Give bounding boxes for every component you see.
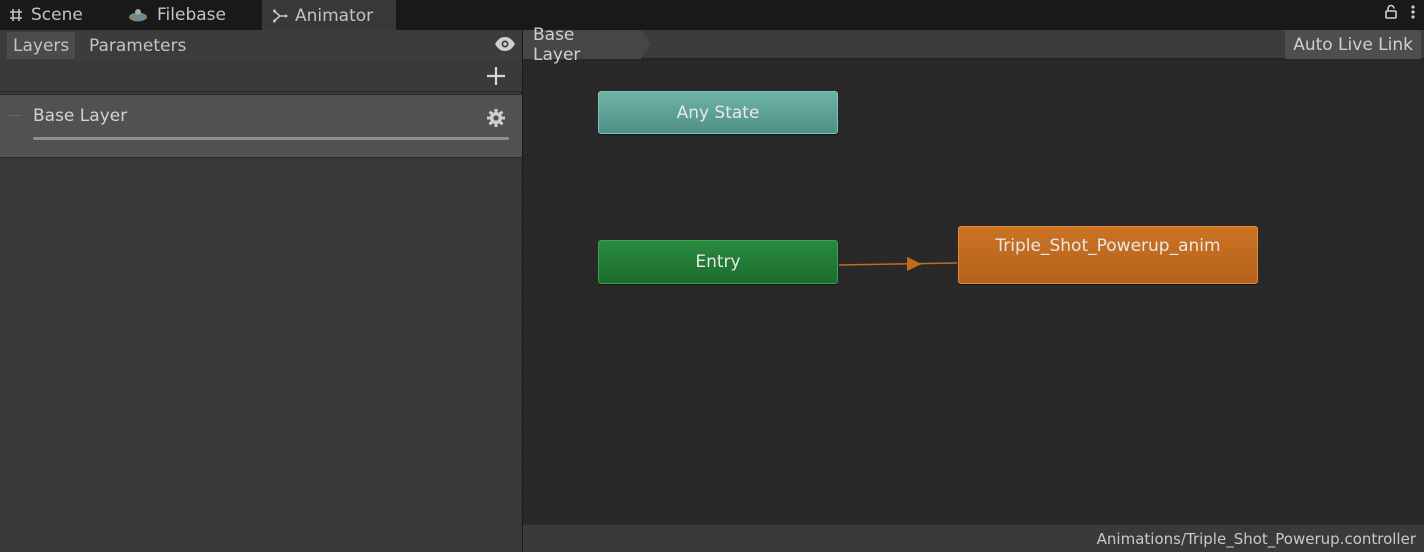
layer-row[interactable]: Base Layer	[0, 94, 522, 158]
eye-icon[interactable]	[494, 36, 516, 56]
add-layer-icon[interactable]	[486, 66, 506, 90]
entry-transition-line	[838, 262, 958, 266]
any-state-node[interactable]: Any State	[598, 91, 838, 134]
layers-panel-toolbar: Layers Parameters	[0, 30, 522, 60]
drag-handle-icon[interactable]	[9, 115, 21, 116]
animator-icon	[272, 8, 288, 24]
tab-parameters[interactable]: Parameters	[83, 32, 192, 59]
tab-filebase[interactable]: Filebase	[126, 0, 226, 30]
grid-hash-icon	[8, 7, 24, 23]
tab-scene-label: Scene	[31, 5, 83, 25]
state-machine-graph[interactable]: Base Layer Auto Live Link Any State Entr…	[523, 25, 1424, 552]
tab-scene[interactable]: Scene	[8, 0, 83, 30]
layers-subtoolbar	[0, 60, 522, 92]
gear-icon[interactable]	[486, 108, 506, 132]
default-state-node[interactable]: Triple_Shot_Powerup_anim	[958, 226, 1258, 284]
tab-animator-label: Animator	[295, 6, 374, 26]
kebab-menu-icon[interactable]	[1410, 4, 1416, 24]
window-controls	[1384, 4, 1416, 24]
tab-layers[interactable]: Layers	[7, 32, 76, 59]
layers-panel: Layers Parameters Base Layer	[0, 30, 522, 552]
entry-node[interactable]: Entry	[598, 240, 838, 284]
layer-name: Base Layer	[33, 106, 128, 126]
status-bar: Animations/Triple_Shot_Powerup.controlle…	[523, 524, 1424, 552]
tab-filebase-label: Filebase	[157, 5, 226, 25]
layers-list-empty-area	[0, 158, 522, 552]
lock-icon[interactable]	[1384, 4, 1398, 24]
window-tab-bar: Scene Filebase Animator	[0, 0, 1424, 30]
tab-animator[interactable]: Animator	[262, 0, 396, 30]
layer-weight-slider[interactable]	[33, 137, 509, 140]
filebase-logo-icon	[126, 6, 150, 24]
transition-arrow-icon	[907, 257, 922, 271]
controller-path: Animations/Triple_Shot_Powerup.controlle…	[1096, 530, 1416, 548]
